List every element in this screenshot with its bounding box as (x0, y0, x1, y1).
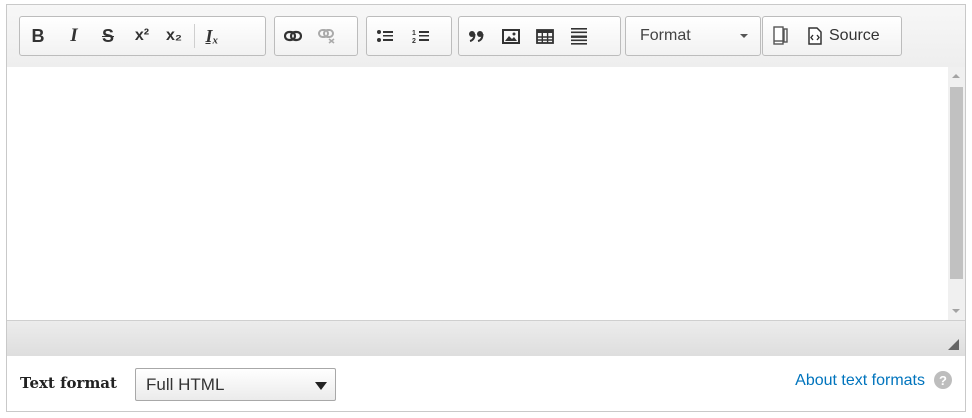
format-dropdown-label: Format (640, 27, 691, 44)
italic-button[interactable]: I (60, 21, 88, 51)
source-button[interactable]: Source (801, 21, 886, 51)
unlink-icon (318, 29, 335, 44)
show-blocks-button[interactable] (767, 21, 795, 51)
bulleted-list-button[interactable] (371, 21, 399, 51)
text-format-selected-value: Full HTML (146, 375, 225, 394)
horizontal-rule-icon (571, 28, 587, 45)
chevron-down-icon (740, 34, 748, 38)
lists-group: 12 (366, 16, 452, 56)
link-icon (284, 30, 302, 42)
source-button-label: Source (829, 27, 880, 44)
text-format-select[interactable]: Full HTML (135, 368, 336, 401)
source-icon (808, 27, 822, 45)
text-format-label: Text format (20, 374, 117, 392)
subscript-icon: x₂ (165, 27, 182, 44)
help-icon[interactable]: ? (934, 371, 952, 389)
subscript-button[interactable]: x₂ (160, 21, 188, 51)
image-button[interactable] (497, 21, 525, 51)
scroll-down-arrow-icon[interactable] (948, 303, 965, 320)
numbered-list-button[interactable]: 12 (407, 21, 435, 51)
format-dropdown[interactable]: Format (625, 16, 761, 56)
links-group (274, 16, 358, 56)
strikethrough-button[interactable]: S (94, 21, 122, 51)
superscript-button[interactable]: x² (128, 21, 156, 51)
editor-status-bar (7, 320, 965, 356)
dropdown-arrow-icon (315, 382, 327, 390)
svg-text:2: 2 (412, 38, 416, 44)
bulleted-list-icon (377, 30, 393, 42)
blockquote-button[interactable] (463, 21, 491, 51)
vertical-scrollbar[interactable] (948, 67, 965, 320)
strikethrough-icon: S (101, 25, 114, 46)
svg-text:1: 1 (412, 30, 416, 37)
show-blocks-icon (773, 26, 788, 45)
rich-text-editor: B I S x² x₂ Iₓ 12 Format Source (6, 4, 966, 356)
remove-format-icon: Iₓ (205, 25, 219, 46)
basic-styles-group: B I S x² x₂ Iₓ (19, 16, 266, 56)
image-icon (502, 28, 520, 44)
remove-format-button[interactable]: Iₓ (198, 21, 226, 51)
about-text-formats-link[interactable]: About text formats (795, 372, 925, 390)
numbered-list-icon: 12 (412, 30, 429, 44)
text-format-wrapper: Text format Full HTML About text formats… (6, 356, 966, 412)
horizontal-rule-button[interactable] (565, 21, 593, 51)
toolbar-separator (194, 24, 195, 48)
italic-icon: I (70, 25, 78, 46)
editor-content-area[interactable] (7, 67, 965, 320)
resize-handle-icon[interactable] (948, 339, 959, 350)
bold-icon: B (31, 25, 45, 46)
table-button[interactable] (531, 21, 559, 51)
blockquote-icon (469, 31, 484, 42)
unlink-button[interactable] (313, 21, 341, 51)
link-button[interactable] (279, 21, 307, 51)
blocks-group (458, 16, 621, 56)
table-icon (536, 28, 554, 44)
scrollbar-thumb[interactable] (950, 87, 963, 279)
editor-toolbar: B I S x² x₂ Iₓ 12 Format Source (7, 5, 965, 68)
tools-group: Source (762, 16, 902, 56)
superscript-icon: x² (134, 27, 150, 44)
bold-button[interactable]: B (24, 21, 52, 51)
scroll-up-arrow-icon[interactable] (948, 67, 965, 84)
